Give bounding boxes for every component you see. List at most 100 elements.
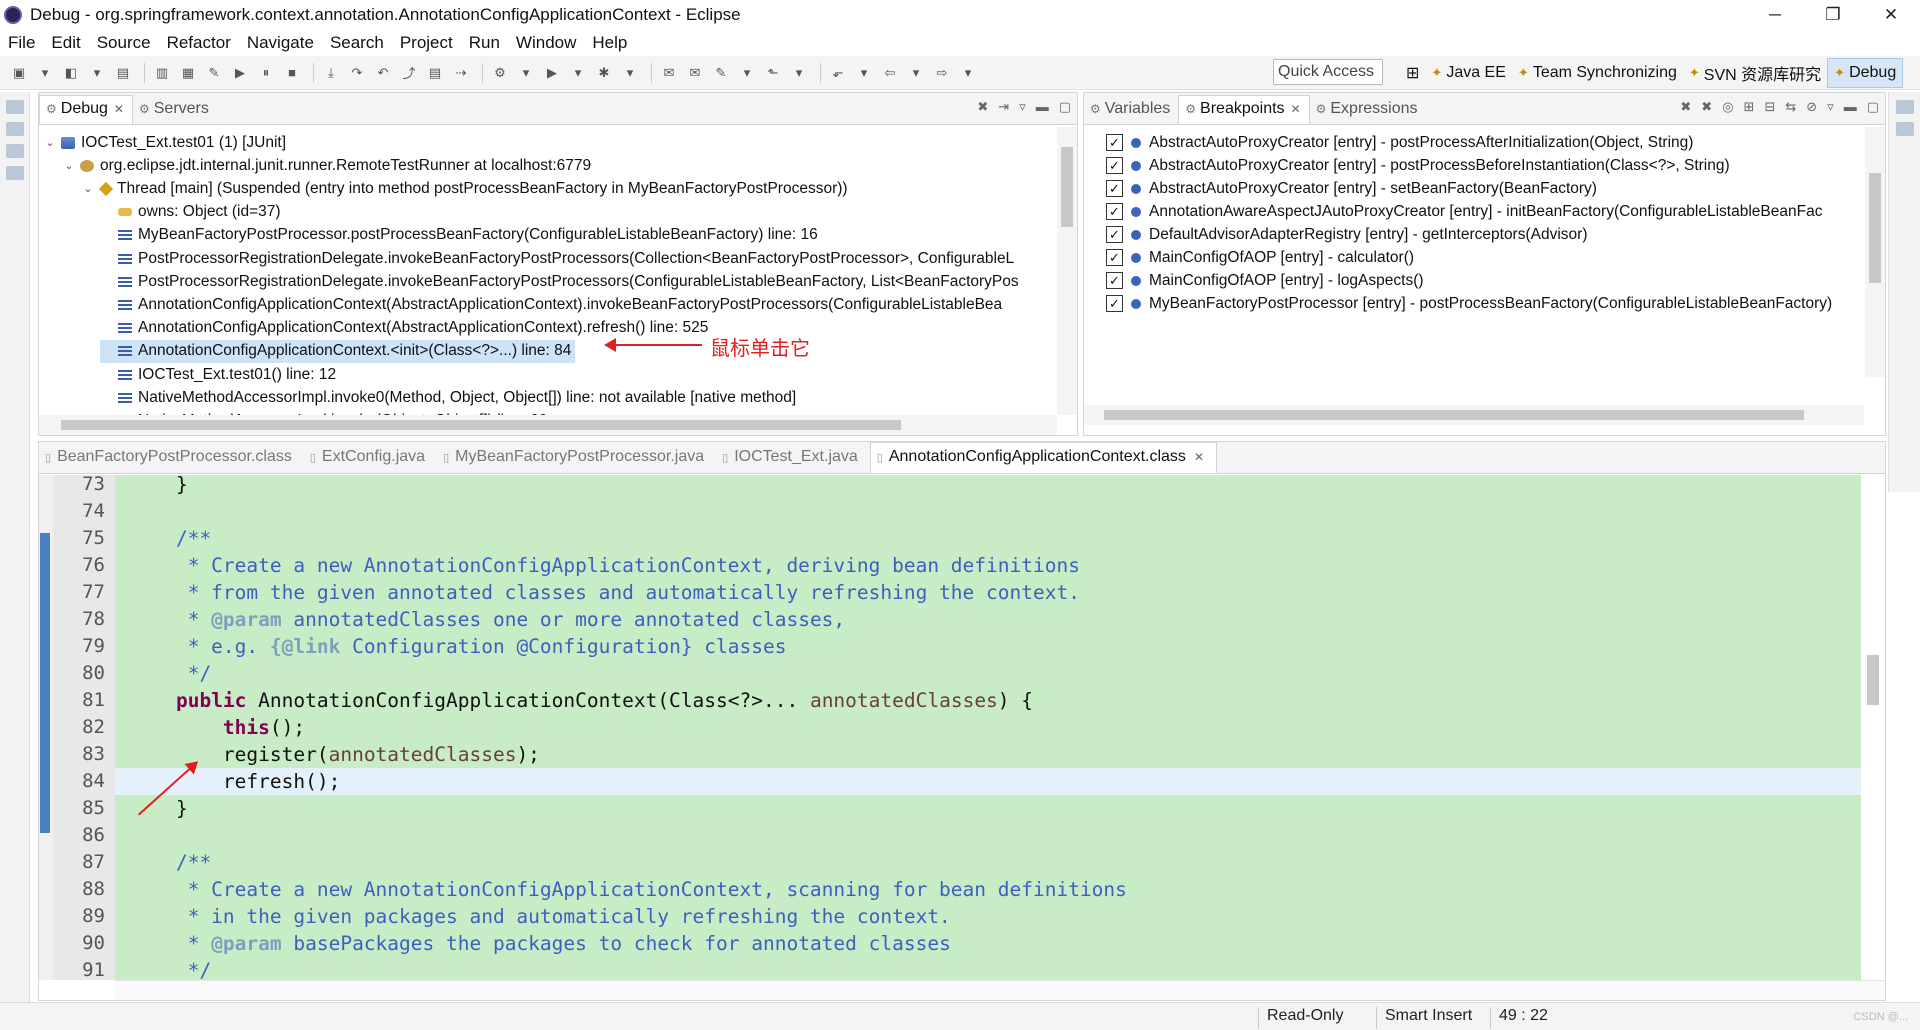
- toolbar-tool-icon[interactable]: ▥: [151, 63, 173, 83]
- perspective-team-synchronizing[interactable]: ✦ Team Synchronizing: [1512, 58, 1683, 88]
- toolbar-tool-icon[interactable]: ▾: [619, 63, 641, 83]
- toolbar-tool-icon[interactable]: ▶: [541, 63, 563, 83]
- bp-tab-variables[interactable]: ⚙ Variables: [1084, 100, 1178, 124]
- restore-view-icon[interactable]: [1896, 100, 1914, 114]
- link-with-debug-icon[interactable]: ⇆: [1785, 99, 1796, 115]
- toolbar-tool-icon[interactable]: ⇢: [450, 63, 472, 83]
- outline-view-icon[interactable]: [1896, 122, 1914, 136]
- toolbar-tool-icon[interactable]: ▤: [112, 63, 134, 83]
- quick-access-field[interactable]: Quick Access: [1273, 59, 1383, 85]
- menu-source[interactable]: Source: [95, 33, 161, 53]
- editor-tab-ioctest-ext-java[interactable]: ▯ IOCTest_Ext.java: [716, 448, 870, 473]
- breakpoint-item[interactable]: ✓ MainConfigOfAOP [entry] - calculator(): [1106, 246, 1414, 269]
- editor-tab-beanfactorypostprocessor-class[interactable]: ▯ BeanFactoryPostProcessor.class: [39, 448, 304, 473]
- toolbar-tool-icon[interactable]: ▶: [229, 63, 251, 83]
- toolbar-tool-icon[interactable]: ▾: [515, 63, 537, 83]
- outline-icon[interactable]: [6, 122, 24, 136]
- toolbar-tool-icon[interactable]: ✱: [593, 63, 615, 83]
- scroll-thumb[interactable]: [1104, 410, 1804, 420]
- remove-all-breakpoints-icon[interactable]: ✖: [1701, 99, 1712, 115]
- menu-run[interactable]: Run: [467, 33, 510, 53]
- menu-file[interactable]: File: [6, 33, 45, 53]
- breakpoints-vertical-scrollbar[interactable]: [1865, 127, 1885, 377]
- bp-tab-expressions[interactable]: ⚙ Expressions: [1310, 100, 1426, 124]
- toolbar-tool-icon[interactable]: ▾: [788, 63, 810, 83]
- breakpoint-item[interactable]: ✓ MainConfigOfAOP [entry] - logAspects(): [1106, 269, 1424, 292]
- code-area[interactable]: } /** * Create a new AnnotationConfigApp…: [115, 475, 1885, 980]
- toolbar-tool-icon[interactable]: ⤓: [320, 63, 342, 83]
- breakpoint-item[interactable]: ✓ MyBeanFactoryPostProcessor [entry] - po…: [1106, 292, 1832, 315]
- menu-search[interactable]: Search: [328, 33, 394, 53]
- tree-row[interactable]: ⌄ Thread [main] (Suspended (entry into me…: [81, 177, 847, 200]
- close-button[interactable]: ✕: [1862, 0, 1920, 30]
- maximize-view-icon[interactable]: ▢: [1867, 99, 1879, 115]
- breakpoint-item[interactable]: ✓ AnnotationAwareAspectJAutoProxyCreator …: [1106, 200, 1822, 223]
- toolbar-tool-icon[interactable]: ■: [281, 63, 303, 83]
- view-menu-icon[interactable]: ▿: [1019, 99, 1026, 115]
- tree-row[interactable]: NativeMethodAccessorImpl.invoke0(Method,…: [100, 386, 796, 409]
- toolbar-tool-icon[interactable]: ▦: [177, 63, 199, 83]
- debug-tree-horizontal-scrollbar[interactable]: [39, 415, 1057, 435]
- toolbar-tool-icon[interactable]: ✎: [203, 63, 225, 83]
- breakpoint-checkbox[interactable]: ✓: [1106, 226, 1123, 243]
- scroll-thumb[interactable]: [61, 420, 901, 430]
- tree-row[interactable]: PostProcessorRegistrationDelegate.invoke…: [100, 270, 1019, 293]
- tree-row[interactable]: ⌄ IOCTest_Ext.test01 (1) [JUnit]: [43, 131, 286, 154]
- tree-row[interactable]: AnnotationConfigApplicationContext(Abstr…: [100, 293, 1002, 316]
- breakpoint-item[interactable]: ✓ AbstractAutoProxyCreator [entry] - setB…: [1106, 177, 1597, 200]
- toolbar-tool-icon[interactable]: ✉: [684, 63, 706, 83]
- bp-tab-breakpoints[interactable]: ⚙ Breakpoints ✕: [1178, 95, 1310, 124]
- breakpoints-horizontal-scrollbar[interactable]: [1084, 405, 1864, 425]
- toolbar-tool-icon[interactable]: ✉: [658, 63, 680, 83]
- remove-terminated-icon[interactable]: ✖: [977, 99, 988, 115]
- close-tab-icon[interactable]: ✕: [1194, 450, 1204, 464]
- debug-tab-servers[interactable]: ⚙ Servers: [133, 100, 217, 124]
- toolbar-tool-icon[interactable]: ▾: [567, 63, 589, 83]
- breakpoint-item[interactable]: ✓ DefaultAdvisorAdapterRegistry [entry] -…: [1106, 223, 1587, 246]
- expand-all-icon[interactable]: ⊞: [1744, 99, 1755, 115]
- menu-project[interactable]: Project: [398, 33, 463, 53]
- breakpoint-checkbox[interactable]: ✓: [1106, 180, 1123, 197]
- view-menu-icon[interactable]: ▿: [1827, 99, 1834, 115]
- close-tab-icon[interactable]: ✕: [114, 102, 124, 116]
- breakpoint-item[interactable]: ✓ AbstractAutoProxyCreator [entry] - post…: [1106, 131, 1693, 154]
- tree-row[interactable]: PostProcessorRegistrationDelegate.invoke…: [100, 247, 1014, 270]
- toolbar-tool-icon[interactable]: ⬑: [762, 63, 784, 83]
- minimize-view-icon[interactable]: ▬: [1844, 99, 1857, 115]
- minimize-view-icon[interactable]: ▬: [1036, 99, 1049, 115]
- toolbar-tool-icon[interactable]: ↶: [372, 63, 394, 83]
- toolbar-tool-icon[interactable]: ↷: [346, 63, 368, 83]
- selected-stack-frame[interactable]: AnnotationConfigApplicationContext.<init…: [100, 339, 576, 363]
- perspective-java-ee[interactable]: ✦ Java EE: [1425, 58, 1512, 88]
- toolbar-tool-icon[interactable]: ◧: [60, 63, 82, 83]
- expand-chevron-icon[interactable]: ⌄: [62, 159, 76, 172]
- expand-chevron-icon[interactable]: ⌄: [43, 136, 57, 149]
- tree-row[interactable]: MyBeanFactoryPostProcessor.postProcessBe…: [100, 224, 818, 247]
- tasks-icon[interactable]: [6, 166, 24, 180]
- breakpoint-checkbox[interactable]: ✓: [1106, 249, 1123, 266]
- toolbar-tool-icon[interactable]: ✎: [710, 63, 732, 83]
- scroll-thumb[interactable]: [1061, 147, 1073, 227]
- tree-row[interactable]: IOCTest_Ext.test01() line: 12: [100, 363, 336, 386]
- toolbar-tool-icon[interactable]: ▣: [8, 63, 30, 83]
- toolbar-tool-icon[interactable]: ▾: [736, 63, 758, 83]
- toolbar-tool-icon[interactable]: ⬐: [827, 63, 849, 83]
- menu-navigate[interactable]: Navigate: [245, 33, 324, 53]
- toolbar-tool-icon[interactable]: ▾: [905, 63, 927, 83]
- toolbar-tool-icon[interactable]: ⇦: [879, 63, 901, 83]
- remove-breakpoint-icon[interactable]: ✖: [1680, 99, 1691, 115]
- toolbar-tool-icon[interactable]: ▤: [424, 63, 446, 83]
- menu-edit[interactable]: Edit: [49, 33, 90, 53]
- minimize-button[interactable]: ─: [1746, 0, 1804, 30]
- debug-tree-vertical-scrollbar[interactable]: [1057, 127, 1077, 415]
- expand-chevron-icon[interactable]: ⌄: [81, 182, 95, 195]
- menu-window[interactable]: Window: [514, 33, 586, 53]
- maximize-view-icon[interactable]: ▢: [1059, 99, 1071, 115]
- breakpoint-item[interactable]: ✓ AbstractAutoProxyCreator [entry] - post…: [1106, 154, 1730, 177]
- editor-tab-annotationconfigapplicationcontext-class[interactable]: ▯ AnnotationConfigApplicationContext.clas…: [869, 442, 1217, 473]
- scroll-thumb[interactable]: [1867, 655, 1879, 705]
- breakpoint-checkbox[interactable]: ✓: [1106, 272, 1123, 289]
- toolbar-tool-icon[interactable]: ▾: [86, 63, 108, 83]
- editor-tab-mybeanfactorypostprocessor-java[interactable]: ▯ MyBeanFactoryPostProcessor.java: [437, 448, 716, 473]
- show-supported-icon[interactable]: ◎: [1722, 99, 1733, 115]
